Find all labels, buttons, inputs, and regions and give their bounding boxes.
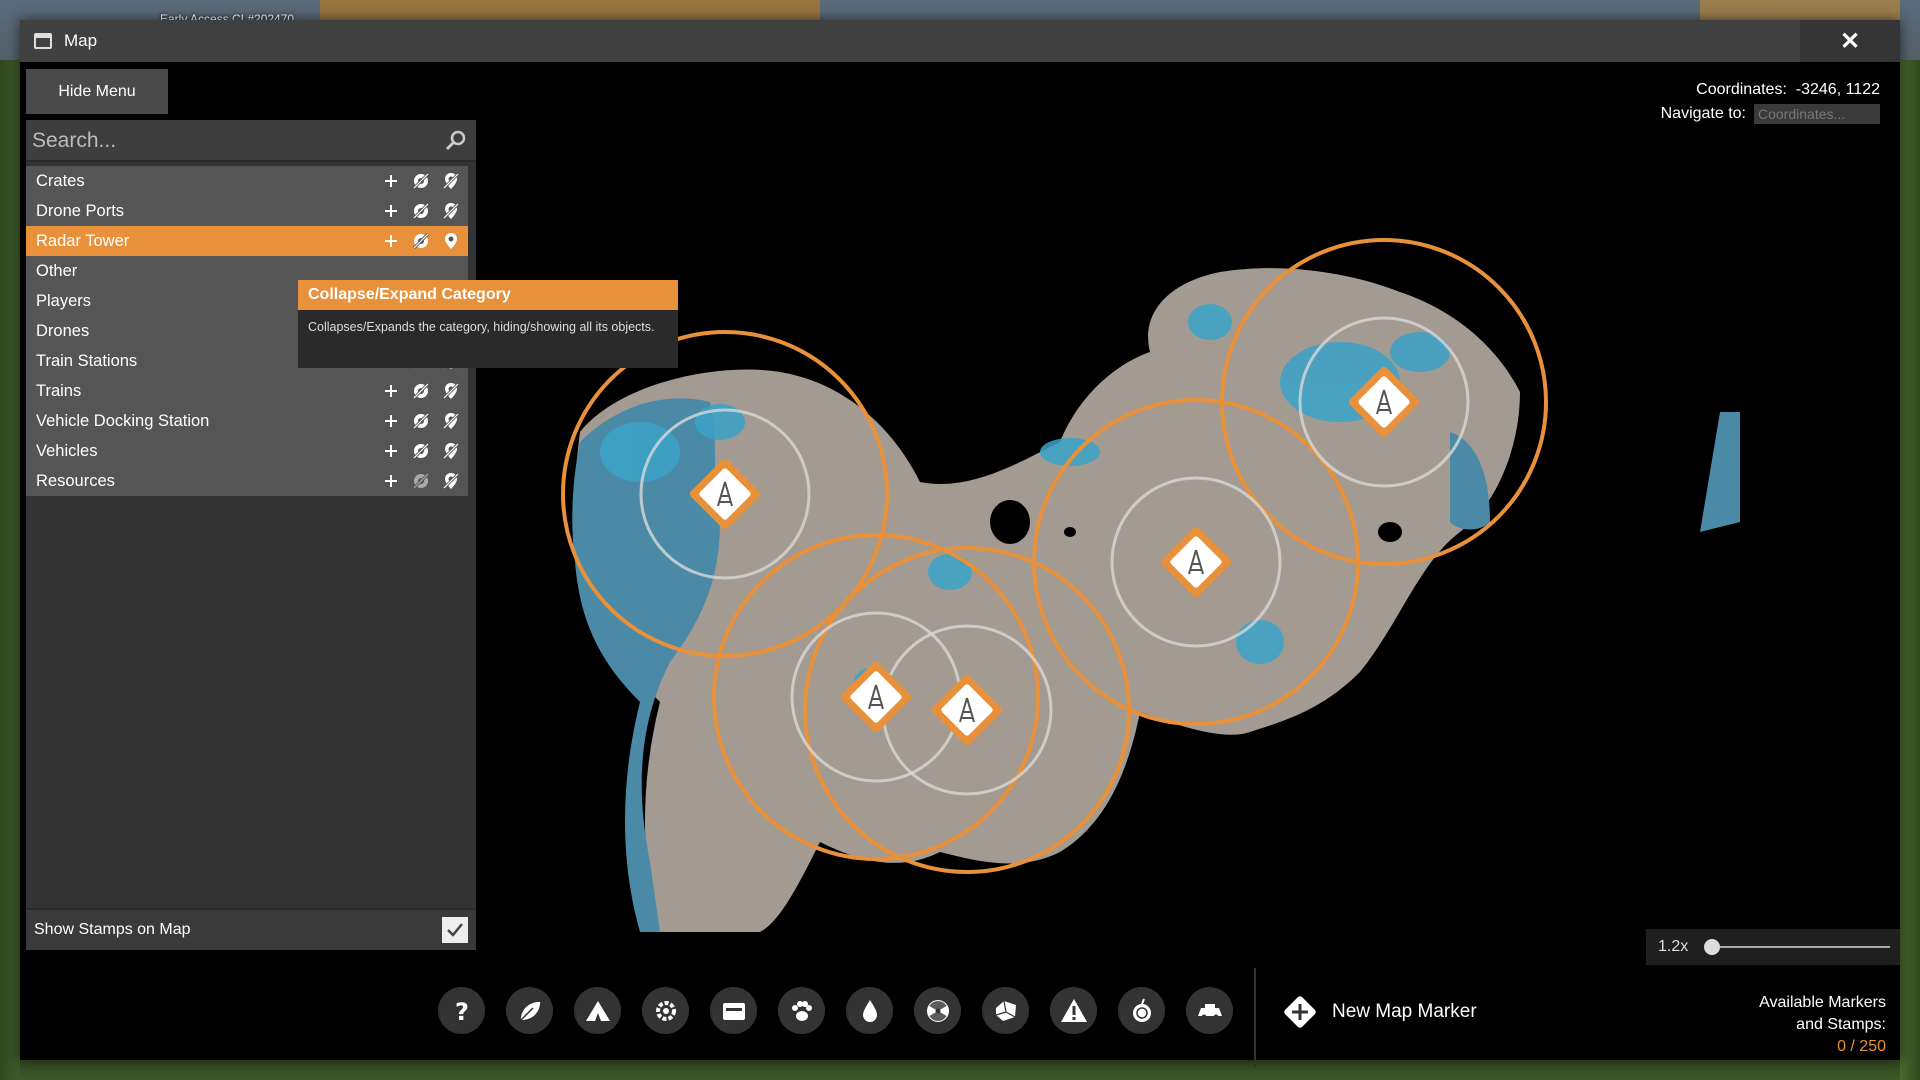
gear-icon[interactable] <box>642 987 689 1034</box>
add-icon[interactable] <box>380 410 402 432</box>
tooltip-title: Collapse/Expand Category <box>298 280 678 310</box>
navigate-label: Navigate to: <box>1660 105 1746 122</box>
category-row[interactable]: Vehicle Docking Station <box>26 406 468 436</box>
coordinates-label: Coordinates: <box>1696 81 1787 98</box>
background-beam <box>320 0 820 22</box>
category-actions <box>380 200 462 222</box>
category-row[interactable]: Drone Ports <box>26 196 468 226</box>
category-actions <box>380 170 462 192</box>
search-box <box>26 120 476 162</box>
toolbar-divider <box>1254 968 1256 1068</box>
available-markers: Available Markers and Stamps: 0 / 250 <box>1759 992 1886 1058</box>
show-stamps-checkbox[interactable] <box>442 917 468 943</box>
zoom-slider-thumb[interactable] <box>1704 939 1720 955</box>
zoom-control: 1.2x <box>1646 929 1900 965</box>
category-actions <box>380 470 462 492</box>
visibility-off-icon[interactable] <box>410 380 432 402</box>
category-label: Drone Ports <box>36 201 125 220</box>
pin-off-icon[interactable] <box>440 470 462 492</box>
stamp-toolbar: ? <box>438 987 1233 1034</box>
tooltip: Collapse/Expand Category Collapses/Expan… <box>298 280 678 368</box>
add-icon[interactable] <box>380 170 402 192</box>
camp-icon[interactable] <box>574 987 621 1034</box>
visibility-off-icon[interactable] <box>410 440 432 462</box>
close-icon: ✕ <box>1839 27 1861 55</box>
visibility-off-icon[interactable] <box>410 200 432 222</box>
category-actions <box>380 230 462 252</box>
paw-icon[interactable] <box>778 987 825 1034</box>
category-label: Other <box>36 261 78 280</box>
new-map-marker-label: New Map Marker <box>1332 1001 1477 1022</box>
title-bar: Map ✕ <box>20 20 1900 62</box>
pin-off-icon[interactable] <box>440 440 462 462</box>
category-row[interactable]: Crates <box>26 166 468 196</box>
pin-off-icon[interactable] <box>440 380 462 402</box>
ore-icon[interactable] <box>982 987 1029 1034</box>
visibility-off-icon[interactable] <box>410 230 432 252</box>
navigate-row: Navigate to: <box>1661 102 1880 126</box>
question-icon[interactable]: ? <box>438 987 485 1034</box>
search-icon[interactable] <box>444 128 468 152</box>
category-actions <box>380 380 462 402</box>
pin-icon[interactable] <box>440 230 462 252</box>
coordinates-panel: Coordinates: -3246, 1122 Navigate to: <box>1661 78 1880 126</box>
search-input[interactable] <box>30 124 434 158</box>
category-label: Trains <box>36 381 82 400</box>
tooltip-body: Collapses/Expands the category, hiding/s… <box>308 320 655 334</box>
close-button[interactable]: ✕ <box>1800 20 1900 62</box>
category-row[interactable]: Trains <box>26 376 468 406</box>
navigate-coordinates-input[interactable] <box>1754 104 1880 124</box>
visibility-off-icon[interactable] <box>410 170 432 192</box>
window-title: Map <box>64 31 98 50</box>
fruit-icon[interactable] <box>1118 987 1165 1034</box>
category-label: Vehicles <box>36 441 98 460</box>
map-window: Map ✕ Hide Menu Search... Crates Drone P… <box>20 20 1900 1068</box>
crate-icon[interactable] <box>710 987 757 1034</box>
pin-off-icon[interactable] <box>440 410 462 432</box>
hide-menu-button[interactable]: Hide Menu <box>26 69 168 114</box>
vehicle-icon[interactable] <box>1186 987 1233 1034</box>
leaf-icon[interactable] <box>506 987 553 1034</box>
category-sidebar: CratesDrone PortsRadar TowerOtherPlayers… <box>26 120 476 950</box>
new-map-marker-button[interactable]: New Map Marker <box>1280 992 1477 1032</box>
category-row[interactable]: Vehicles <box>26 436 468 466</box>
available-markers-label-1: Available Markers <box>1759 994 1886 1011</box>
pin-off-icon[interactable] <box>440 170 462 192</box>
coordinates-value: -3246, 1122 <box>1795 81 1880 98</box>
coordinates-readout: Coordinates: -3246, 1122 <box>1661 78 1880 102</box>
category-actions <box>380 410 462 432</box>
category-actions <box>380 440 462 462</box>
svg-text:?: ? <box>455 998 469 1026</box>
category-label: Crates <box>36 171 85 190</box>
window-icon <box>34 33 52 49</box>
zoom-slider[interactable] <box>1704 939 1890 955</box>
available-markers-count: 0 / 250 <box>1837 1038 1886 1055</box>
show-stamps-label: Show Stamps on Map <box>34 921 191 938</box>
add-icon[interactable] <box>380 470 402 492</box>
add-icon[interactable] <box>380 380 402 402</box>
checkmark-icon <box>447 923 463 937</box>
category-row[interactable]: Resources <box>26 466 468 496</box>
visibility-off-icon[interactable] <box>410 410 432 432</box>
category-label: Radar Tower <box>36 231 130 250</box>
available-markers-label-2: and Stamps: <box>1796 1016 1886 1033</box>
water-drop-icon[interactable] <box>846 987 893 1034</box>
category-label: Resources <box>36 471 115 490</box>
add-icon[interactable] <box>380 200 402 222</box>
zoom-value: 1.2x <box>1658 938 1689 955</box>
add-marker-icon <box>1284 996 1316 1028</box>
add-icon[interactable] <box>380 440 402 462</box>
category-label: Vehicle Docking Station <box>36 411 210 430</box>
pin-off-icon[interactable] <box>440 200 462 222</box>
add-icon[interactable] <box>380 230 402 252</box>
map-content: Hide Menu Crates Drone Ports Radar Tower Ot… <box>20 62 1900 1068</box>
visibility-off-icon[interactable] <box>410 470 432 492</box>
show-stamps-row: Show Stamps on Map <box>26 908 476 950</box>
radiation-icon[interactable] <box>914 987 961 1034</box>
warning-icon[interactable] <box>1050 987 1097 1034</box>
category-row[interactable]: Radar Tower <box>26 226 468 256</box>
